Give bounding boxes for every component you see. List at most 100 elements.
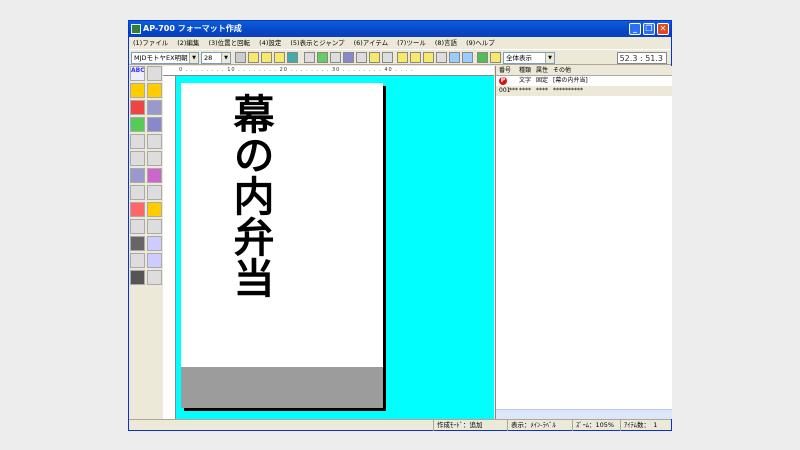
database-tool-icon[interactable] bbox=[147, 100, 162, 115]
copy-tool-icon[interactable] bbox=[130, 151, 145, 166]
size-value: 28 bbox=[204, 54, 213, 62]
menu-file[interactable]: (1)ファイル bbox=[133, 37, 168, 49]
bug-tool-icon[interactable] bbox=[130, 168, 145, 183]
status-bar: 作成ﾓｰﾄﾞ：追加 表示：ﾒｲﾝ-ﾗﾍﾞﾙ ｽﾞｰﾑ：105% ｱｲﾃﾑ数： 1 bbox=[129, 419, 671, 431]
align-right-icon[interactable] bbox=[423, 52, 434, 63]
item-list: 番号 種類 属性 その他 P001 文字 固定 [幕の内弁当] *** ****… bbox=[495, 66, 672, 419]
zoom-out-icon[interactable] bbox=[449, 52, 460, 63]
menu-edit[interactable]: (2)編集 bbox=[177, 37, 199, 49]
frame-tool-icon[interactable] bbox=[130, 253, 145, 268]
item-attr: 固定 bbox=[536, 77, 549, 84]
status-mode: 作成ﾓｰﾄﾞ：追加 bbox=[433, 420, 483, 431]
new-file-icon[interactable] bbox=[248, 52, 259, 63]
status-zoom: ｽﾞｰﾑ：105% bbox=[572, 420, 614, 431]
chevron-down-icon: ▼ bbox=[545, 53, 554, 63]
copy-icon[interactable] bbox=[369, 52, 380, 63]
open-folder-icon[interactable] bbox=[261, 52, 272, 63]
barcode2-tool-icon[interactable] bbox=[130, 236, 145, 251]
view-select[interactable]: 全体表示 ▼ bbox=[503, 52, 555, 64]
qr-tool-icon[interactable] bbox=[147, 219, 162, 234]
print-icon[interactable] bbox=[235, 52, 246, 63]
item-attr: **** bbox=[536, 87, 548, 94]
design-canvas[interactable]: 幕の内弁当 bbox=[176, 76, 494, 419]
angle-tool-icon[interactable] bbox=[147, 202, 162, 217]
line-tool-icon[interactable] bbox=[130, 185, 145, 200]
datamatrix-tool-icon[interactable] bbox=[130, 270, 145, 285]
list-header: 番号 種類 属性 その他 bbox=[496, 66, 672, 76]
coordinates-readout: 52.3 : 51.3 bbox=[617, 52, 667, 64]
menu-settings[interactable]: (4)設定 bbox=[259, 37, 281, 49]
item-other: [幕の内弁当] bbox=[553, 77, 588, 84]
paste-icon[interactable] bbox=[382, 52, 393, 63]
sum-tool-icon[interactable] bbox=[147, 134, 162, 149]
chevron-down-icon: ▼ bbox=[189, 53, 198, 63]
calendar-tool-icon[interactable] bbox=[147, 117, 162, 132]
view-value: 全体表示 bbox=[506, 54, 532, 62]
redo-icon[interactable] bbox=[330, 52, 341, 63]
ruler-labels: 0 . . . . . . . . 10 . . . . . . . . 20 … bbox=[179, 67, 414, 73]
zoom-in-icon[interactable] bbox=[462, 52, 473, 63]
app-window: AP-700 フォーマット作成 _ ❐ ✕ (1)ファイル (2)編集 (3)位… bbox=[128, 20, 672, 431]
color-tool-icon[interactable] bbox=[130, 202, 145, 217]
app-icon bbox=[131, 24, 141, 34]
barcode-tool-icon[interactable] bbox=[147, 66, 162, 81]
align-center-icon[interactable] bbox=[410, 52, 421, 63]
pointer-icon[interactable] bbox=[304, 52, 315, 63]
font-select[interactable]: MJDモトヤEX明朝 ▼ bbox=[131, 52, 199, 64]
align-left-icon[interactable] bbox=[397, 52, 408, 63]
undo-icon[interactable] bbox=[317, 52, 328, 63]
restore-button[interactable]: ❐ bbox=[643, 23, 655, 35]
list-item[interactable]: P001 文字 固定 [幕の内弁当] bbox=[496, 76, 672, 94]
tool-palette: ABC bbox=[130, 66, 163, 426]
sequence-tool-icon[interactable] bbox=[147, 253, 162, 268]
col-attr[interactable]: 属性 bbox=[536, 66, 553, 75]
counter-tool-icon[interactable] bbox=[130, 117, 145, 132]
text-item[interactable]: 幕の内弁当 bbox=[225, 93, 274, 298]
menu-tools[interactable]: (7)ツール bbox=[397, 37, 426, 49]
minimize-button[interactable]: _ bbox=[629, 23, 641, 35]
menu-bar: (1)ファイル (2)編集 (3)位置と回転 (4)設定 (5)表示とジャンプ … bbox=[129, 37, 671, 49]
status-view: 表示：ﾒｲﾝ-ﾗﾍﾞﾙ bbox=[507, 420, 556, 431]
item-other: ********** bbox=[553, 87, 583, 94]
layer-tool-icon[interactable] bbox=[147, 270, 162, 285]
horizontal-scrollbar[interactable] bbox=[496, 409, 672, 419]
font-value: MJDモトヤEX明朝 bbox=[134, 54, 188, 62]
cut-icon[interactable] bbox=[356, 52, 367, 63]
save-icon[interactable] bbox=[287, 52, 298, 63]
col-other[interactable]: その他 bbox=[553, 66, 672, 75]
chevron-down-icon: ▼ bbox=[221, 53, 230, 63]
col-type[interactable]: 種類 bbox=[519, 66, 536, 75]
horizontal-ruler: 0 . . . . . . . . 10 . . . . . . . . 20 … bbox=[163, 66, 494, 76]
folder-icon[interactable] bbox=[490, 52, 501, 63]
function-tool-icon[interactable] bbox=[147, 185, 162, 200]
size-select[interactable]: 28 ▼ bbox=[201, 52, 231, 64]
menu-view[interactable]: (5)表示とジャンプ bbox=[290, 37, 344, 49]
menu-position[interactable]: (3)位置と回転 bbox=[208, 37, 250, 49]
item-type: **** bbox=[519, 87, 531, 94]
tree-tool-icon[interactable] bbox=[147, 236, 162, 251]
label-page[interactable]: 幕の内弁当 bbox=[181, 83, 383, 408]
item-type: 文字 bbox=[519, 77, 532, 84]
vertical-ruler bbox=[163, 76, 176, 419]
list-icon[interactable] bbox=[343, 52, 354, 63]
close-button[interactable]: ✕ bbox=[657, 23, 669, 35]
menu-help[interactable]: (9)ヘルプ bbox=[466, 37, 495, 49]
person-tool-icon[interactable] bbox=[130, 219, 145, 234]
align-justify-icon[interactable] bbox=[436, 52, 447, 63]
table-tool-icon[interactable] bbox=[147, 151, 162, 166]
menu-item[interactable]: (6)アイテム bbox=[354, 37, 389, 49]
face-tool-icon[interactable] bbox=[147, 83, 162, 98]
arrow-tool-icon[interactable] bbox=[130, 100, 145, 115]
list-item-placeholder[interactable]: *** **** **** ********** bbox=[496, 86, 672, 96]
grid-tool-icon[interactable] bbox=[130, 83, 145, 98]
status-items: ｱｲﾃﾑ数： 1 bbox=[620, 420, 657, 431]
link-tool-icon[interactable] bbox=[147, 168, 162, 183]
menu-language[interactable]: (8)言語 bbox=[435, 37, 457, 49]
pin-icon[interactable] bbox=[477, 52, 488, 63]
toolbar: MJDモトヤEX明朝 ▼ 28 ▼ 全体表示 ▼ 52.3 : 51.3 bbox=[129, 49, 671, 65]
copy-format-icon[interactable] bbox=[274, 52, 285, 63]
col-number[interactable]: 番号 bbox=[499, 66, 519, 75]
title-bar: AP-700 フォーマット作成 _ ❐ ✕ bbox=[129, 21, 671, 37]
shape-tool-icon[interactable] bbox=[130, 134, 145, 149]
text-tool-icon[interactable]: ABC bbox=[130, 66, 145, 81]
